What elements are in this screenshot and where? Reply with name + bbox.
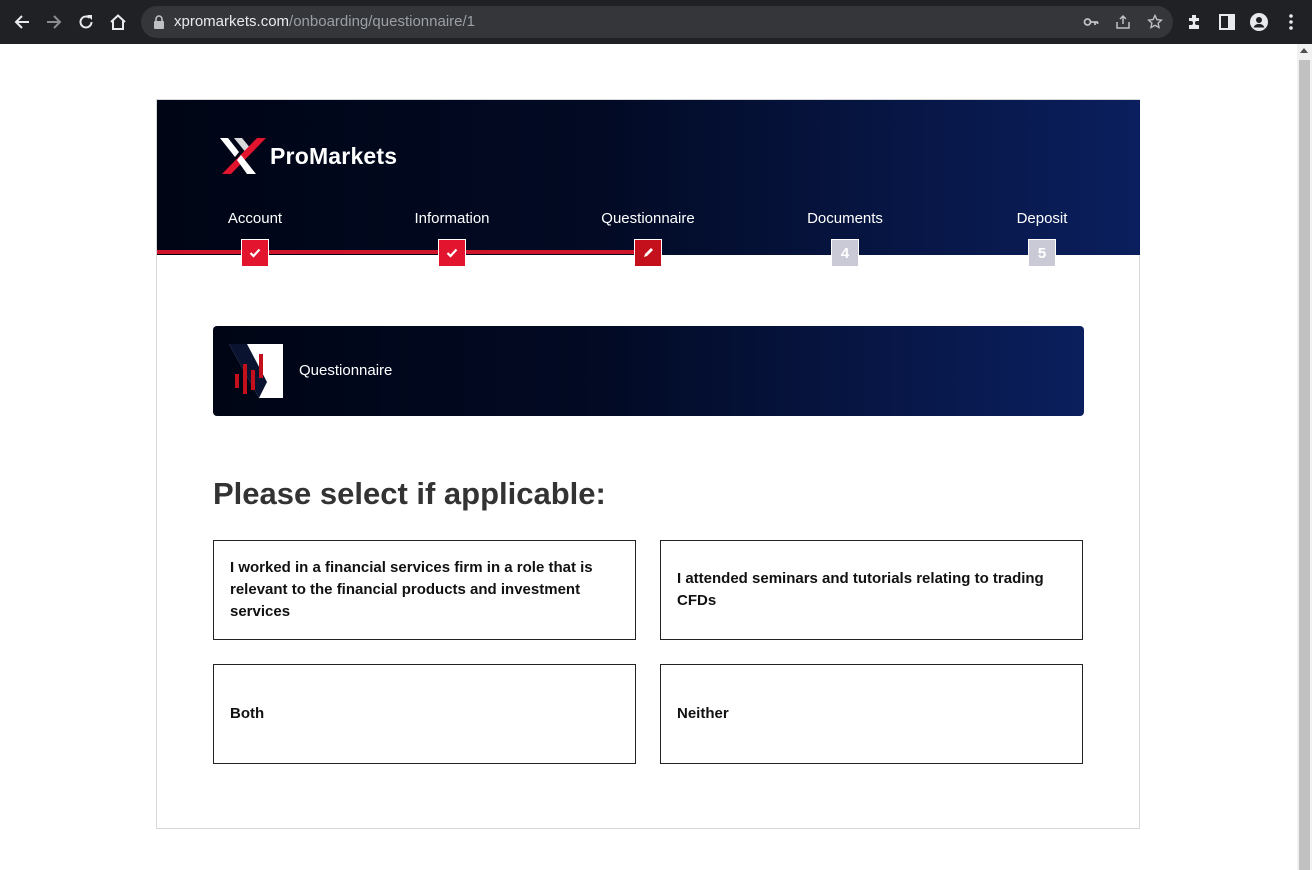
onboarding-header: ProMarkets Account Information Questionn… — [157, 100, 1140, 255]
profile-icon[interactable] — [1249, 12, 1269, 32]
menu-kebab-icon[interactable] — [1281, 12, 1301, 32]
step-label-questionnaire[interactable]: Questionnaire — [601, 210, 694, 227]
option-seminars[interactable]: I attended seminars and tutorials relati… — [660, 540, 1083, 640]
lock-icon — [154, 15, 164, 29]
option-neither[interactable]: Neither — [660, 664, 1083, 764]
page-scrollbar[interactable] — [1297, 44, 1312, 870]
option-label: I worked in a financial services firm in… — [230, 559, 593, 620]
step-label-documents[interactable]: Documents — [807, 210, 883, 227]
brand-name: ProMarkets — [270, 142, 398, 169]
option-both[interactable]: Both — [213, 664, 636, 764]
step-label-deposit[interactable]: Deposit — [1017, 210, 1068, 227]
back-icon[interactable] — [10, 10, 34, 34]
url-text: xpromarkets.com/onboarding/questionnaire… — [174, 13, 476, 30]
home-icon[interactable] — [106, 10, 130, 34]
option-label: I attended seminars and tutorials relati… — [677, 570, 1044, 609]
step-documents-number[interactable]: 4 — [831, 239, 859, 267]
step-label-account[interactable]: Account — [228, 210, 282, 227]
browser-toolbar: xpromarkets.com/onboarding/questionnaire… — [0, 0, 1312, 44]
option-label: Neither — [677, 705, 729, 722]
step-questionnaire-pencil-icon[interactable] — [634, 239, 662, 267]
scrollbar-thumb[interactable] — [1299, 60, 1310, 870]
extensions-icon[interactable] — [1185, 12, 1205, 32]
option-financial-services[interactable]: I worked in a financial services firm in… — [213, 540, 636, 640]
address-bar[interactable]: xpromarkets.com/onboarding/questionnaire… — [141, 6, 1173, 38]
progress-line — [157, 250, 649, 254]
scroll-up-arrow-icon[interactable] — [1300, 48, 1308, 53]
step-label-information[interactable]: Information — [414, 210, 489, 227]
step-account-check-icon[interactable] — [241, 239, 269, 267]
section-title: Questionnaire — [299, 362, 393, 379]
onboarding-card: ProMarkets Account Information Questionn… — [156, 99, 1140, 829]
brand-logo[interactable]: ProMarkets — [220, 136, 397, 176]
share-icon[interactable] — [1115, 14, 1131, 30]
step-information-check-icon[interactable] — [438, 239, 466, 267]
reload-icon[interactable] — [74, 10, 98, 34]
side-panel-icon[interactable] — [1217, 12, 1237, 32]
x-logo-icon — [220, 138, 266, 174]
question-heading: Please select if applicable: — [213, 476, 606, 511]
questionnaire-chart-icon — [229, 344, 283, 398]
forward-icon[interactable] — [42, 10, 66, 34]
bookmark-star-icon[interactable] — [1147, 14, 1163, 30]
section-banner: Questionnaire — [213, 326, 1084, 416]
key-icon[interactable] — [1083, 14, 1099, 30]
step-deposit-number[interactable]: 5 — [1028, 239, 1056, 267]
option-label: Both — [230, 705, 265, 722]
